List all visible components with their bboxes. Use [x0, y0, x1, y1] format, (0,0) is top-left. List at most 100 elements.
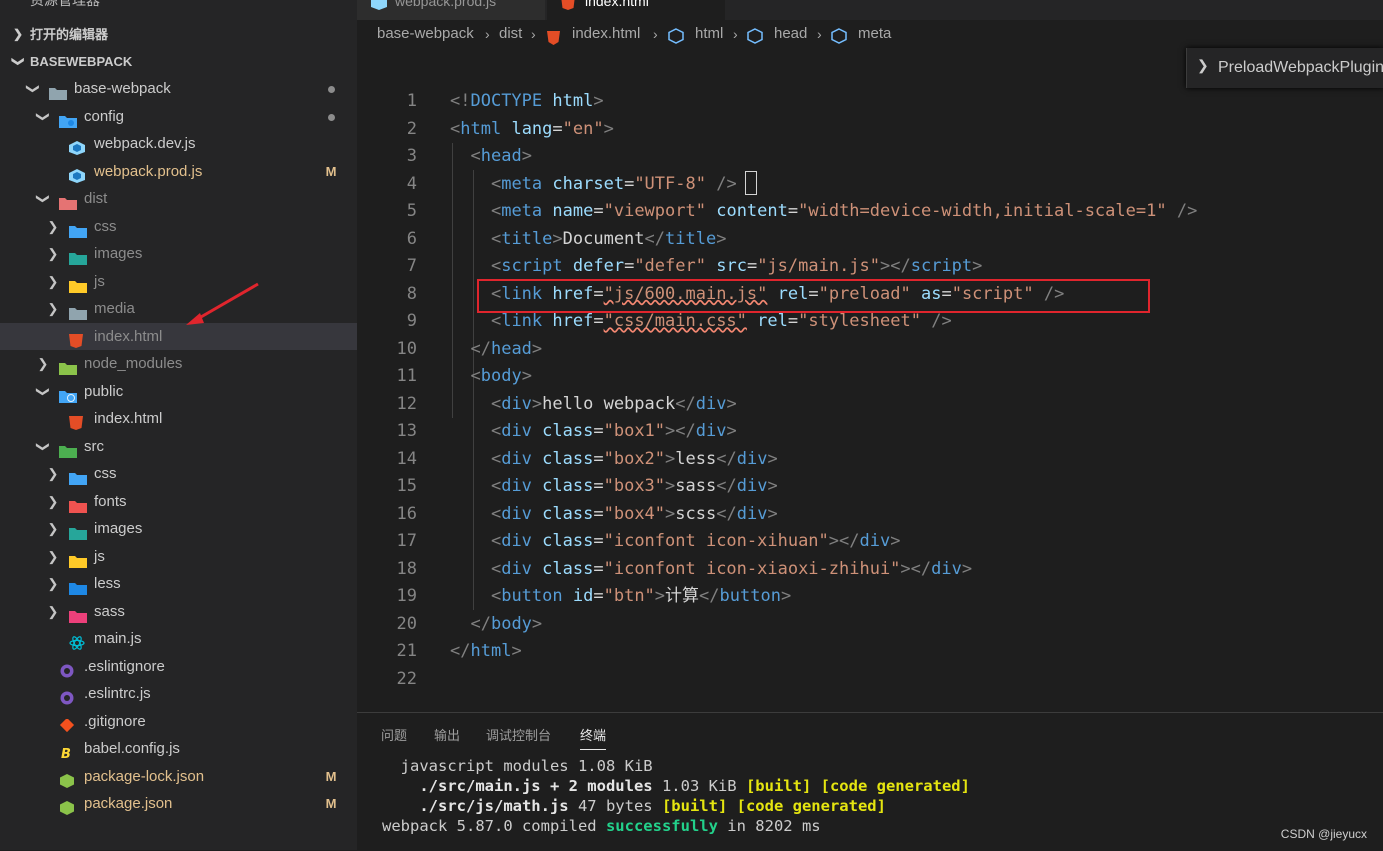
- tree-item[interactable]: ❯ sass: [0, 598, 357, 626]
- breadcrumb-item[interactable]: dist: [499, 20, 522, 48]
- git-icon: [59, 715, 75, 732]
- code-line[interactable]: 13 <div class="box1"></div>: [357, 418, 1383, 446]
- breadcrumb-item[interactable]: base-webpack: [377, 20, 474, 48]
- tree-item[interactable]: package.json M: [0, 790, 357, 818]
- code-line[interactable]: 17 <div class="iconfont icon-xihuan"></d…: [357, 528, 1383, 556]
- code-line[interactable]: 18 <div class="iconfont icon-xiaoxi-zhih…: [357, 556, 1383, 584]
- chevron-right-icon[interactable]: ❯: [46, 515, 60, 543]
- breadcrumb-item[interactable]: meta: [858, 20, 891, 48]
- tab-output[interactable]: 输出: [434, 725, 460, 744]
- tree-item[interactable]: ❯ public: [0, 378, 357, 406]
- tree-item[interactable]: webpack.prod.js M: [0, 158, 357, 186]
- tree-item[interactable]: .eslintrc.js: [0, 680, 357, 708]
- code-line[interactable]: 15 <div class="box3">sass</div>: [357, 473, 1383, 501]
- chevron-down-icon[interactable]: ❯: [29, 384, 57, 398]
- code-line[interactable]: 21 </html>: [357, 638, 1383, 666]
- chevron-right-icon: ›: [653, 26, 658, 42]
- chevron-right-icon[interactable]: ❯: [46, 460, 60, 488]
- tree-item[interactable]: .gitignore: [0, 708, 357, 736]
- tab-problems[interactable]: 问题: [381, 725, 407, 744]
- code-line[interactable]: 22: [357, 666, 1383, 694]
- tree-item[interactable]: Bbabel.config.js: [0, 735, 357, 763]
- tree-item[interactable]: ❯ images: [0, 240, 357, 268]
- code-line[interactable]: 7 <script defer="defer" src="js/main.js"…: [357, 253, 1383, 281]
- project-section[interactable]: ❯ BASEWEBPACK: [0, 48, 357, 75]
- terminal-line: ./src/main.js + 2 modules 1.03 KiB [buil…: [419, 777, 970, 795]
- tree-item[interactable]: package-lock.json M: [0, 763, 357, 791]
- tree-item[interactable]: ❯ config: [0, 103, 357, 131]
- code-line[interactable]: 20 </body>: [357, 611, 1383, 639]
- chevron-right-icon[interactable]: ❯: [36, 350, 50, 378]
- chevron-right-icon[interactable]: ❯: [46, 598, 60, 626]
- tree-item[interactable]: ❯ less: [0, 570, 357, 598]
- tree-item-label: less: [94, 575, 121, 592]
- chevron-right-icon[interactable]: ❯: [46, 543, 60, 571]
- tree-item-label: js: [94, 547, 105, 565]
- code-editor[interactable]: 1 <!DOCTYPE html> 2 <html lang="en"> 3 <head…: [357, 88, 1383, 708]
- tree-item[interactable]: ❯ dist: [0, 185, 357, 213]
- tree-item[interactable]: ❯ css: [0, 460, 357, 488]
- line-number: 16: [396, 503, 417, 524]
- tab-debug-console[interactable]: 调试控制台: [486, 725, 551, 744]
- code-line[interactable]: 6 <title>Document</title>: [357, 226, 1383, 254]
- tab-terminal[interactable]: 终端: [580, 725, 607, 750]
- tree-item[interactable]: main.js: [0, 625, 357, 653]
- tree-item-label: .gitignore: [84, 712, 146, 730]
- tree-item[interactable]: .eslintignore: [0, 653, 357, 681]
- code-line[interactable]: 4 <meta charset="UTF-8" />: [357, 171, 1383, 199]
- code-line[interactable]: 16 <div class="box4">scss</div>: [357, 501, 1383, 529]
- code-line[interactable]: 14 <div class="box2">less</div>: [357, 446, 1383, 474]
- code-line[interactable]: 19 <button id="btn">计算</button>: [357, 583, 1383, 611]
- tree-item[interactable]: ❯ css: [0, 213, 357, 241]
- chevron-right-icon: ›: [531, 26, 536, 42]
- tree-item[interactable]: ❯ js: [0, 268, 357, 296]
- tree-item[interactable]: ❯ node_modules: [0, 350, 357, 378]
- tree-item-label: config: [84, 107, 125, 125]
- chevron-down-icon[interactable]: ❯: [29, 192, 57, 206]
- chevron-right-icon[interactable]: ❯: [46, 240, 60, 268]
- tree-item-label: index.html: [94, 410, 163, 427]
- config-folder-icon: [59, 110, 77, 128]
- code-text: <title>Document</title>: [490, 228, 727, 249]
- code-line[interactable]: 12 <div>hello webpack</div>: [357, 391, 1383, 419]
- tree-item[interactable]: index.html: [0, 322, 357, 350]
- tree-item[interactable]: webpack.dev.js: [0, 130, 357, 158]
- tree-item[interactable]: ❯ fonts: [0, 488, 357, 516]
- tree-item-label: fonts: [94, 492, 127, 510]
- tree-item[interactable]: ❯ images: [0, 515, 357, 543]
- chevron-right-icon[interactable]: ❯: [46, 570, 60, 598]
- eslint-icon: [59, 687, 75, 705]
- tree-item[interactable]: ❯ media: [0, 295, 357, 323]
- open-editors-section[interactable]: ❯ 打开的编辑器: [0, 21, 357, 48]
- code-line[interactable]: 11 <body>: [357, 363, 1383, 391]
- chevron-down-icon[interactable]: ❯: [29, 439, 57, 453]
- chevron-right-icon[interactable]: ❯: [46, 213, 60, 241]
- sticky-scroll-widget[interactable]: ❯ PreloadWebpackPlugin: [1186, 48, 1383, 88]
- breadcrumb-item[interactable]: html: [695, 20, 723, 48]
- code-line[interactable]: 10 </head>: [357, 336, 1383, 364]
- tree-item[interactable]: ❯ base-webpack: [0, 75, 357, 103]
- tree-item[interactable]: ❯ src: [0, 433, 357, 461]
- tree-item[interactable]: ❯ js: [0, 543, 357, 571]
- chevron-right-icon[interactable]: ❯: [46, 488, 60, 516]
- webpack-icon: [69, 165, 85, 183]
- code-line[interactable]: 2 <html lang="en">: [357, 116, 1383, 144]
- public-folder-icon: [59, 385, 77, 403]
- code-text: <div class="box4">scss</div>: [490, 503, 778, 524]
- tree-item[interactable]: index.html: [0, 405, 357, 433]
- chevron-right-icon[interactable]: ❯: [46, 268, 60, 296]
- code-text: <meta name="viewport" content="width=dev…: [490, 201, 1198, 221]
- nodejs-icon: [59, 770, 75, 788]
- breadcrumb-item[interactable]: head: [774, 20, 807, 48]
- chevron-down-icon[interactable]: ❯: [29, 109, 57, 123]
- code-text: </body>: [470, 613, 543, 634]
- code-line[interactable]: 5 <meta name="viewport" content="width=d…: [357, 198, 1383, 226]
- tab-index-html[interactable]: index.html: [547, 0, 725, 20]
- breadcrumb-item[interactable]: index.html: [572, 20, 640, 48]
- code-line[interactable]: 1 <!DOCTYPE html>: [357, 88, 1383, 116]
- tab-webpack-prod[interactable]: webpack.prod.js: [357, 0, 545, 20]
- code-line[interactable]: 3 <head>: [357, 143, 1383, 171]
- bracket-match-box: [745, 171, 757, 195]
- chevron-down-icon[interactable]: ❯: [19, 82, 47, 96]
- chevron-right-icon[interactable]: ❯: [46, 295, 60, 323]
